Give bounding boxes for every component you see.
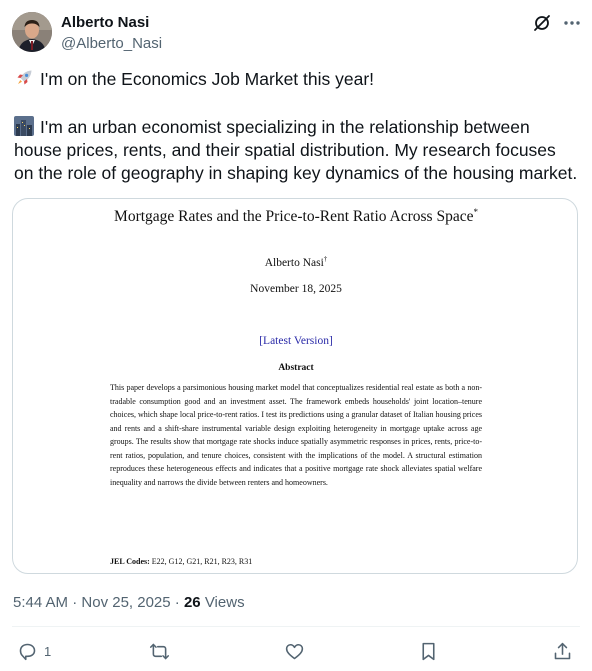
tweet-line-1: I'm on the Economics Job Market this yea… [14, 68, 580, 91]
paper-date: November 18, 2025 [250, 283, 342, 295]
tweet-time[interactable]: 5:44 AM [13, 594, 68, 611]
timestamp-row: 5:44 AM · Nov 25, 2025 · 26 Views [13, 593, 245, 613]
rocket-icon [14, 68, 34, 88]
retweet-icon [149, 643, 170, 659]
reply-button[interactable]: 1 [17, 640, 51, 662]
reply-icon [19, 643, 36, 660]
author-name[interactable]: Alberto Nasi [61, 13, 149, 33]
abstract-heading: Abstract [278, 363, 314, 373]
share-icon [554, 642, 571, 659]
tweet-line-1-text: I'm on the Economics Job Market this yea… [40, 69, 375, 89]
jel-codes: JEL Codes: E22, G12, G21, R21, R23, R31 [110, 557, 253, 566]
tweet-date[interactable]: Nov 25, 2025 [81, 594, 170, 611]
bookmark-icon [422, 642, 435, 660]
retweet-button[interactable] [149, 640, 170, 662]
author-handle[interactable]: @Alberto_Nasi [61, 34, 162, 54]
tweet-paragraph-2: I'm an urban economist specializing in t… [14, 116, 580, 185]
meta-separator: · [72, 594, 78, 611]
views-label: Views [204, 594, 245, 611]
abstract-body: This paper develops a parsimonious housi… [110, 383, 482, 487]
paper-image: Mortgage Rates and the Price-to-Rent Rat… [13, 199, 577, 573]
tweet-paragraph-2-text: I'm an urban economist specializing in t… [14, 117, 578, 183]
media-card[interactable]: Mortgage Rates and the Price-to-Rent Rat… [12, 198, 578, 574]
heart-icon [285, 643, 304, 659]
views-count: 26 [183, 594, 201, 611]
meta-separator: · [174, 594, 180, 611]
bookmark-button[interactable] [418, 640, 439, 662]
paper-latest-version-link[interactable]: [Latest Version] [13, 335, 577, 347]
grok-icon[interactable] [531, 12, 553, 34]
divider [12, 626, 580, 627]
avatar[interactable] [12, 12, 52, 52]
reply-count: 1 [44, 643, 52, 659]
more-icon[interactable] [561, 12, 583, 34]
paper-title: Mortgage Rates and the Price-to-Rent Rat… [114, 207, 478, 225]
paper-author: Alberto Nasi† [264, 255, 328, 269]
share-button[interactable] [552, 640, 573, 662]
cityscape-icon [14, 116, 34, 136]
like-button[interactable] [284, 640, 305, 662]
